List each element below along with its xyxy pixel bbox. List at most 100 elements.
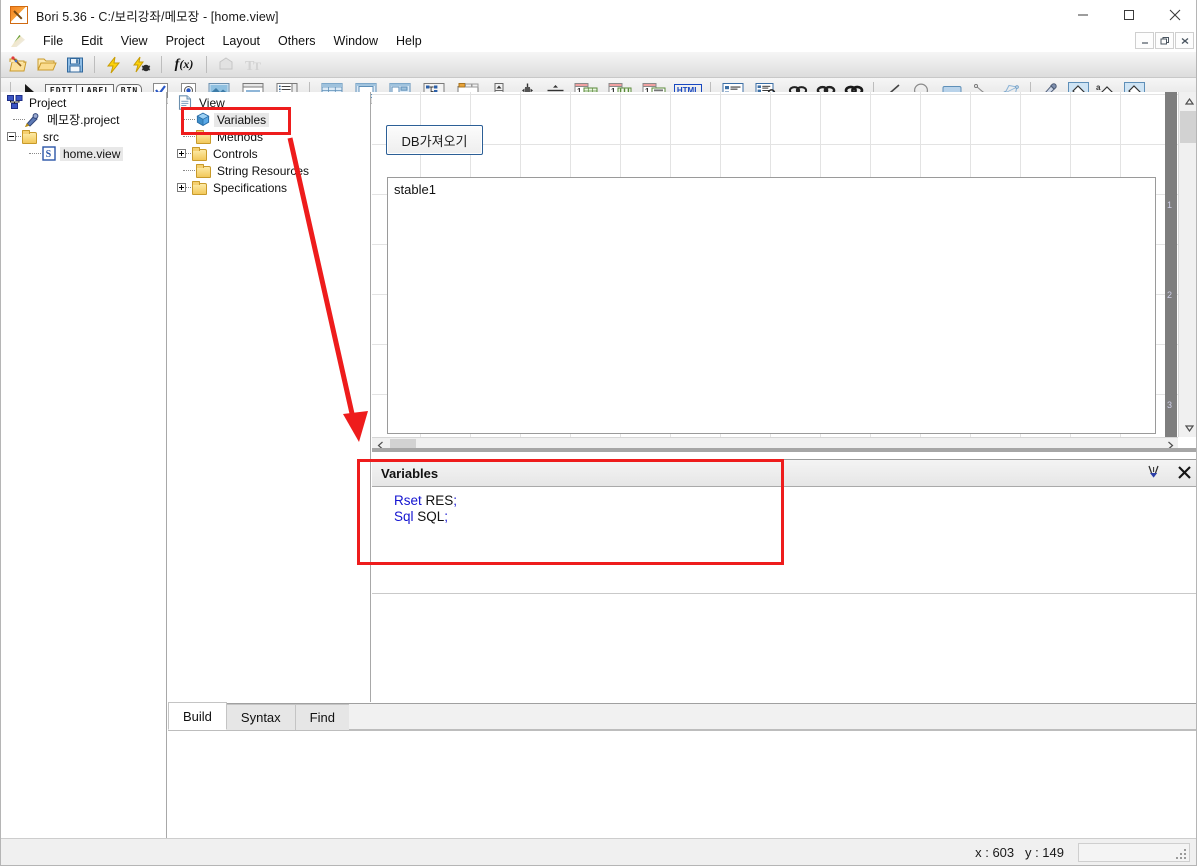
view-structure-panel: View Variables Methods Controls String R… <box>168 92 371 702</box>
db-import-button[interactable]: DB가져오기 <box>386 125 483 155</box>
view-doc-icon <box>177 95 193 110</box>
toolbar-separator <box>161 56 162 73</box>
project-explorer-panel: Project 메모장.project src S home.view <box>1 92 167 839</box>
variable-name-res: RES <box>421 493 454 508</box>
tab-build-label: Build <box>183 708 212 724</box>
menu-item-help[interactable]: Help <box>387 32 431 50</box>
svg-text:a: a <box>1096 83 1101 92</box>
output-content-area[interactable] <box>168 731 1196 840</box>
folder-icon <box>191 180 207 195</box>
variable-declaration-line: Rset RES; <box>394 493 1196 509</box>
app-quill-icon <box>10 6 28 24</box>
variables-panel-header: Variables <box>372 460 1196 487</box>
resize-grip-icon[interactable] <box>1176 848 1186 859</box>
svg-text:T: T <box>253 59 261 73</box>
view-file-icon: S <box>41 146 57 161</box>
tree-label-view: View <box>199 95 225 110</box>
tree-label-src: src <box>43 129 59 144</box>
tree-node-specifications[interactable]: Specifications <box>168 179 370 196</box>
text-tool-icon-disabled: T T <box>241 53 267 77</box>
bori-menu-icon <box>10 33 27 49</box>
stable1-control[interactable]: stable1 <box>387 177 1156 434</box>
semicolon: ; <box>444 509 449 524</box>
maximize-button[interactable] <box>1106 0 1152 30</box>
variable-declaration-line: Sql SQL; <box>394 509 1196 525</box>
tree-node-methods[interactable]: Methods <box>168 128 370 145</box>
minimize-button[interactable] <box>1060 0 1106 30</box>
save-icon[interactable] <box>62 53 88 77</box>
tree-connector <box>183 119 195 120</box>
tree-node-src[interactable]: src <box>1 128 166 145</box>
tab-find[interactable]: Find <box>294 704 350 730</box>
mdi-minimize-button[interactable] <box>1135 32 1154 49</box>
tree-label-controls: Controls <box>213 146 258 161</box>
close-button[interactable] <box>1152 0 1196 30</box>
menu-item-layout[interactable]: Layout <box>213 32 269 50</box>
menu-item-view[interactable]: View <box>112 32 157 50</box>
menu-item-window[interactable]: Window <box>325 32 387 50</box>
scroll-down-arrow-icon[interactable] <box>1179 419 1196 437</box>
vertical-ruler: 1 2 3 <box>1165 92 1177 437</box>
tab-build[interactable]: Build <box>168 702 227 730</box>
tree-expander-src[interactable] <box>7 132 16 141</box>
folder-icon <box>191 146 207 161</box>
ruler-mark-2: 2 <box>1167 290 1173 300</box>
window-title: Bori 5.36 - C:/보리강좌/메모장 - [home.view] <box>36 9 279 24</box>
ruler-mark-3: 3 <box>1167 400 1173 410</box>
function-icon[interactable]: f(x) <box>168 53 200 77</box>
tree-expander-specifications[interactable] <box>177 183 186 192</box>
menu-item-file[interactable]: File <box>34 32 72 50</box>
svg-text:S: S <box>46 149 52 160</box>
open-folder-icon[interactable] <box>34 53 60 77</box>
menu-item-others[interactable]: Others <box>269 32 325 50</box>
tree-label-home-view: home.view <box>60 146 124 161</box>
tree-node-home-view[interactable]: S home.view <box>1 145 166 162</box>
build-icon[interactable] <box>101 53 127 77</box>
auto-hide-pin-icon[interactable] <box>1145 463 1163 486</box>
tree-connector <box>183 136 195 137</box>
folder-icon <box>21 129 37 144</box>
canvas-vertical-scrollbar[interactable] <box>1178 92 1196 437</box>
tree-label-project: Project <box>29 95 67 110</box>
project-file-icon <box>24 112 41 128</box>
design-canvas[interactable]: DB가져오기 stable1 1 2 3 <box>372 92 1196 452</box>
mdi-restore-button[interactable] <box>1155 32 1174 49</box>
scroll-up-arrow-icon[interactable] <box>1179 92 1196 110</box>
status-coordinates: x : 603 y : 149 <box>975 844 1064 860</box>
status-bar: x : 603 y : 149 <box>1 838 1196 865</box>
menu-item-project[interactable]: Project <box>157 32 214 50</box>
semicolon: ; <box>453 493 458 508</box>
tree-node-variables[interactable]: Variables <box>168 111 370 128</box>
canvas-bottom-band <box>372 448 1196 452</box>
project-node-icon <box>7 95 23 110</box>
variables-icon <box>195 112 211 127</box>
tree-label-specifications: Specifications <box>213 180 288 195</box>
close-panel-button[interactable] <box>1177 465 1192 485</box>
output-panel: Build Syntax Find <box>168 702 1196 840</box>
db-import-button-label: DB가져오기 <box>401 133 468 149</box>
tree-node-view-root[interactable]: View <box>168 94 370 111</box>
ruler-mark-1: 1 <box>1167 200 1173 210</box>
window-controls <box>1060 0 1196 30</box>
menu-item-edit[interactable]: Edit <box>72 32 112 50</box>
tree-node-controls[interactable]: Controls <box>168 145 370 162</box>
stable1-label: stable1 <box>394 182 436 197</box>
tree-label-methods: Methods <box>217 129 264 144</box>
tree-node-string-resources[interactable]: String Resources <box>168 162 370 179</box>
variables-code-area[interactable]: Rset RES; Sql SQL; <box>372 487 1196 594</box>
tree-connector <box>13 119 25 120</box>
variables-panel-title: Variables <box>381 465 439 481</box>
new-project-icon[interactable] <box>6 53 32 77</box>
tree-node-memo-project[interactable]: 메모장.project <box>1 111 166 128</box>
toolbar-separator <box>206 56 207 73</box>
tab-syntax[interactable]: Syntax <box>225 704 296 730</box>
mdi-close-button[interactable] <box>1175 32 1194 49</box>
tree-node-project-root[interactable]: Project <box>1 94 166 111</box>
debug-icon[interactable] <box>129 53 155 77</box>
menu-bar: File Edit View Project Layout Others Win… <box>1 30 1196 52</box>
tree-expander-controls[interactable] <box>177 149 186 158</box>
tree-label-memo-project: 메모장.project <box>47 113 120 127</box>
vertical-scroll-thumb[interactable] <box>1180 111 1196 143</box>
toolbar-separator <box>94 56 95 73</box>
output-tabstrip: Build Syntax Find <box>168 702 1196 731</box>
